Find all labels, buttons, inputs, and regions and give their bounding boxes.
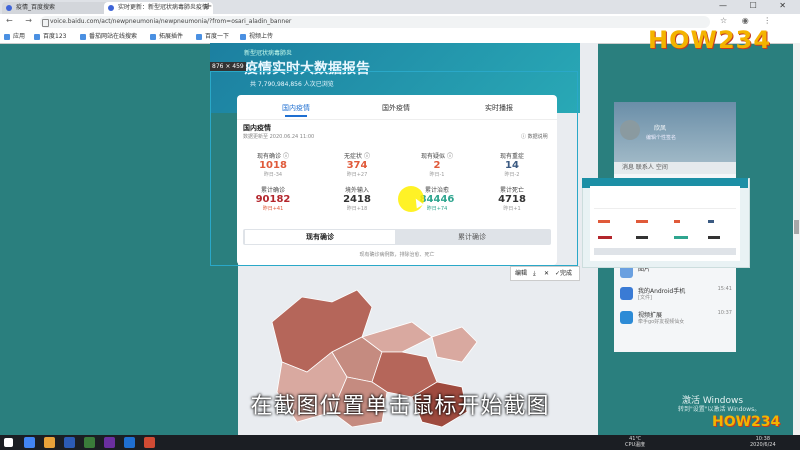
scrollbar-thumb[interactable]: [794, 220, 799, 234]
section-title: 国内疫情: [243, 124, 271, 132]
total-confirmed-button[interactable]: 累计确诊: [397, 230, 547, 244]
phone-icon: [620, 287, 633, 300]
bookmark-icon: [196, 34, 202, 40]
baidu-icon: [108, 5, 114, 11]
close-icon[interactable]: ✕: [544, 267, 549, 280]
tab-overseas[interactable]: 国外疫情: [382, 103, 410, 113]
window-controls[interactable]: — ☐ ✕: [719, 1, 796, 10]
done-button[interactable]: ✓完成: [555, 267, 572, 280]
snipping-toolbar: 编辑 ⤓ ✕ ✓完成: [510, 266, 580, 281]
qq-icon[interactable]: [124, 437, 135, 448]
cpu-temperature: 41℃ CPU温度: [625, 436, 646, 448]
bookmark-item[interactable]: 百度123: [34, 31, 66, 42]
stat-asymptomatic: 无症状 ⓘ 374 昨日+27: [344, 153, 370, 178]
watermark-logo: HOW234: [648, 26, 772, 54]
clock[interactable]: 10:38 2020/6/24: [750, 436, 776, 448]
activate-windows-text: 转到"设置"以激活 Windows。: [678, 406, 761, 413]
bookmark-item[interactable]: 视频上传: [240, 31, 273, 42]
bookmark-icon: [34, 34, 40, 40]
qq-tabs[interactable]: 消息 联系人 空间: [614, 162, 736, 174]
bookmark-item[interactable]: 应用: [4, 31, 25, 42]
thumbnail-card: [590, 186, 740, 261]
url-input[interactable]: voice.baidu.com/act/newpneumonia/newpneu…: [40, 16, 710, 28]
avatar[interactable]: [620, 120, 640, 140]
windows-start-icon[interactable]: [4, 438, 13, 447]
selection-size-label: 876 × 459: [210, 62, 246, 71]
footnote: 现有确诊病例数，排除治愈、死亡: [359, 252, 435, 258]
browser-tab[interactable]: 疫情_百度搜索✕: [2, 2, 116, 14]
stat-current-confirmed: 现有确诊 ⓘ 1018 昨日-34: [257, 153, 289, 178]
edit-button[interactable]: 编辑: [515, 267, 527, 280]
browser-tools[interactable]: ☆ ◉ ⋮: [720, 16, 777, 25]
data-explain-link[interactable]: ⓘ 数据说明: [521, 133, 548, 140]
apps-icon: [4, 34, 10, 40]
download-icon[interactable]: ⤓: [533, 267, 536, 280]
stat-severe: 现有重症 14 昨日-2: [499, 153, 524, 178]
browser-tab-active[interactable]: 实时更新：新型冠状病毒肺炎疫情 ✕: [104, 2, 213, 14]
list-item[interactable]: 视频扩展 牵手go好友视频仙女 10:37: [620, 308, 732, 328]
map-region-northeast: [431, 326, 478, 363]
premiere-icon[interactable]: [104, 437, 115, 448]
current-confirmed-button[interactable]: 现有确诊: [245, 230, 395, 244]
epidemic-card: 国内疫情 国外疫情 实时播报 国内疫情 数据更新至 2020.06.24 11:…: [237, 95, 557, 265]
taskbar: [0, 435, 800, 450]
stat-total-confirmed: 累计确诊 90182 昨日+41: [255, 187, 291, 212]
stat-imported: 境外输入 2418 昨日+18: [343, 187, 371, 212]
qq-signature[interactable]: 编辑个性签名: [646, 134, 676, 141]
bookmark-item[interactable]: 拓展插件: [150, 31, 183, 42]
divider: [237, 119, 557, 120]
new-tab-button[interactable]: +: [204, 1, 212, 12]
bookmark-item[interactable]: 百度一下: [196, 31, 229, 42]
photoshop-icon[interactable]: [64, 437, 75, 448]
tab-underline: [285, 115, 307, 117]
baidu-icon: [6, 5, 12, 11]
video-icon: [620, 311, 633, 324]
qq-username: 欣凤: [654, 125, 667, 132]
bookmark-icon: [240, 34, 246, 40]
folder-icon[interactable]: [44, 437, 55, 448]
chrome-icon[interactable]: [24, 437, 35, 448]
scrollbar[interactable]: [793, 43, 800, 435]
app-icon[interactable]: [144, 437, 155, 448]
bookmark-item[interactable]: 番茄网站在线搜索: [80, 31, 137, 42]
list-item[interactable]: 我的Android手机 [文件] 15:41: [620, 284, 732, 304]
header-subtitle: 新型冠状病毒肺炎: [244, 50, 293, 57]
tab-domestic[interactable]: 国内疫情: [282, 103, 310, 113]
stat-suspected: 现有疑似 ⓘ 2 昨日-1: [421, 153, 453, 178]
update-time: 数据更新至 2020.06.24 11:00: [243, 134, 315, 140]
stat-deaths: 累计死亡 4718 昨日+1: [498, 187, 526, 212]
lock-icon: [42, 19, 49, 27]
app-icon[interactable]: [84, 437, 95, 448]
tab-live[interactable]: 实时播报: [485, 103, 513, 113]
bookmark-icon: [150, 34, 156, 40]
bookmark-icon: [80, 34, 86, 40]
